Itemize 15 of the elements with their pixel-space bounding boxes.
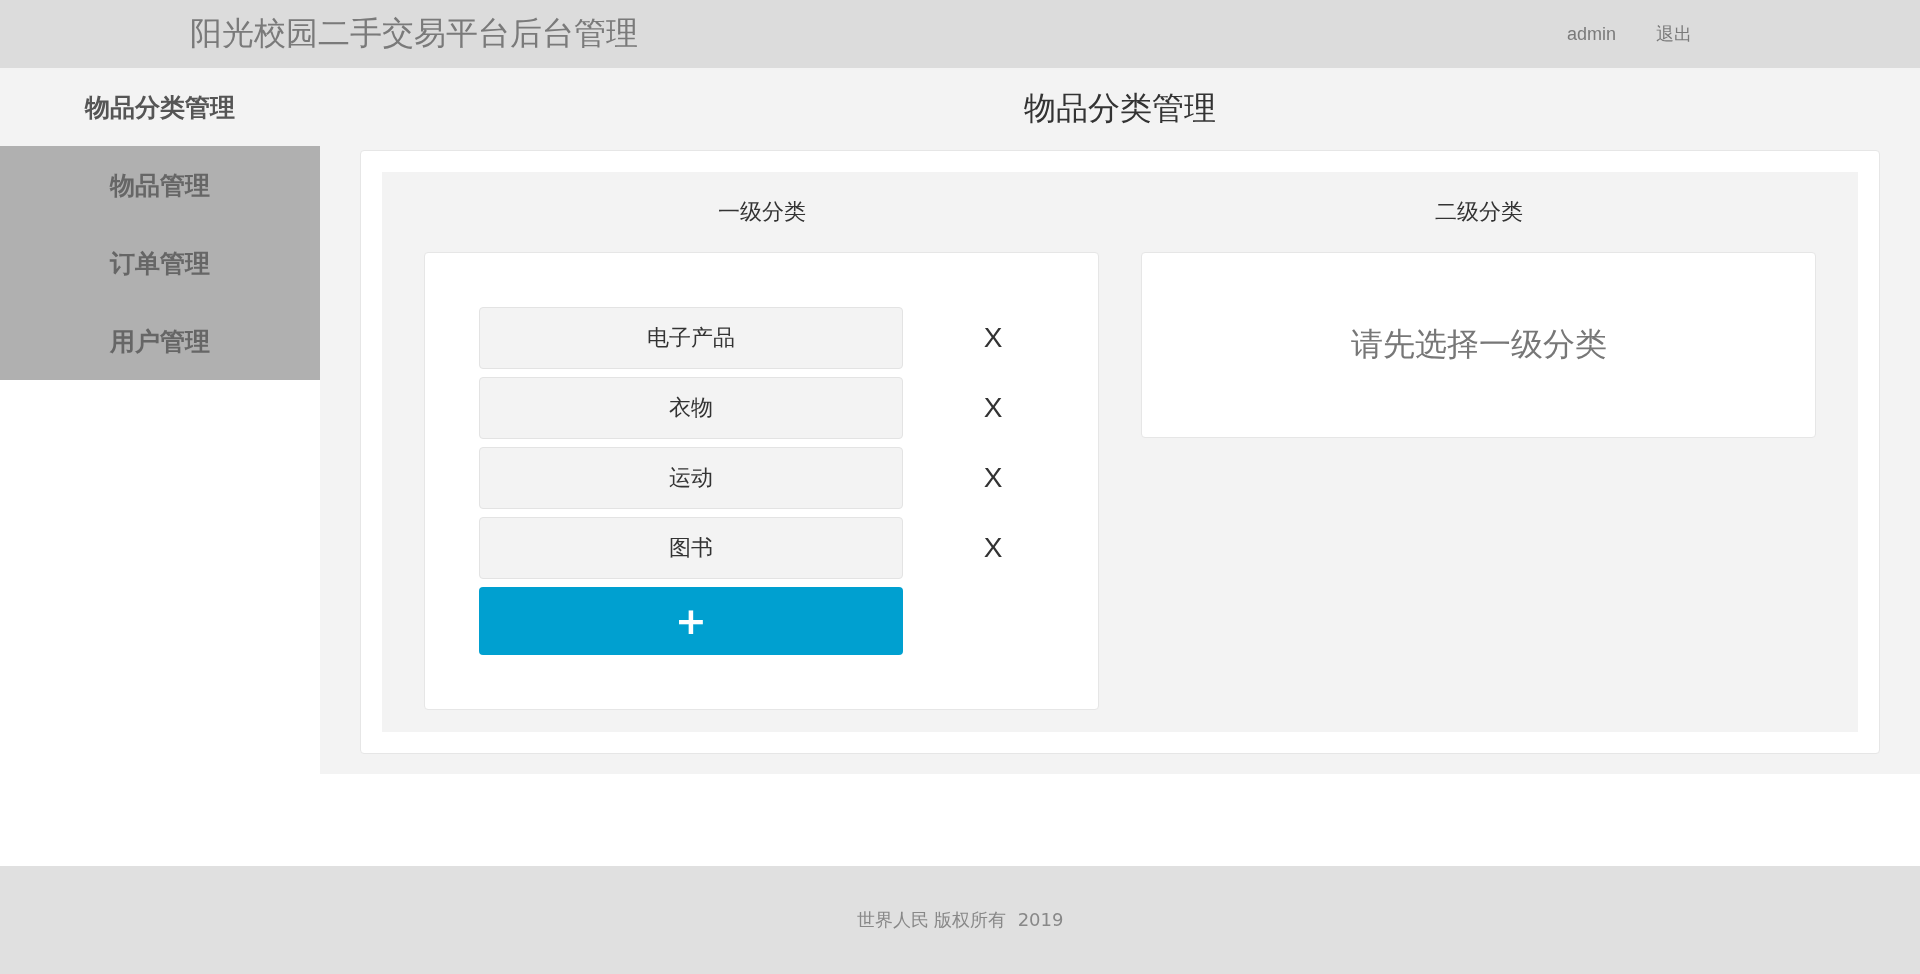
category-button[interactable]: 电子产品 xyxy=(479,307,903,369)
category-button[interactable]: 衣物 xyxy=(479,377,903,439)
site-title: 阳光校园二手交易平台后台管理 xyxy=(190,13,639,54)
column-heading: 二级分类 xyxy=(1433,198,1524,226)
page-title: 物品分类管理 xyxy=(1023,88,1217,129)
copyright-text: 世界人民 版权所有 2019 xyxy=(856,908,1064,932)
delete-button[interactable]: X xyxy=(968,313,1018,363)
delete-button[interactable]: X xyxy=(968,453,1018,503)
sidebar-item[interactable]: 物品分类管理 xyxy=(0,68,320,146)
category-button[interactable]: 运动 xyxy=(479,447,903,509)
column-heading: 一级分类 xyxy=(716,198,807,226)
delete-button[interactable]: X xyxy=(968,383,1018,433)
empty-message: 请先选择一级分类 xyxy=(1350,324,1607,365)
category-button[interactable]: 图书 xyxy=(479,517,903,579)
delete-button[interactable]: X xyxy=(968,523,1018,573)
